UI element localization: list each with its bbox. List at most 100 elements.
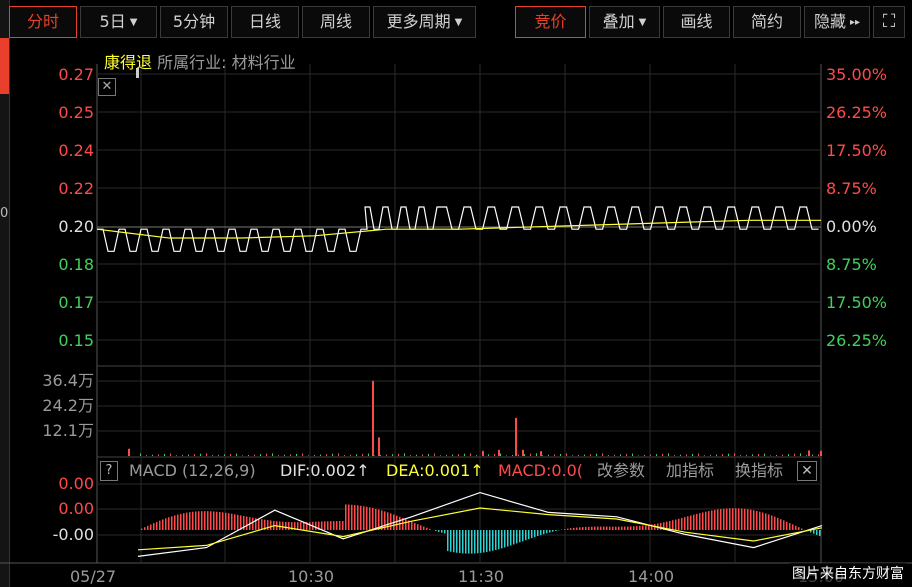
volume-bar — [368, 453, 369, 456]
volume-bar — [242, 455, 243, 456]
volume-bar — [794, 453, 795, 456]
volume-bar — [524, 454, 525, 456]
volume-bar — [536, 453, 537, 456]
add-indicator-button[interactable]: 加指标 — [666, 462, 714, 480]
volume-bar — [404, 453, 405, 456]
macd-bar — [456, 530, 458, 553]
macd-bar — [492, 530, 494, 551]
macd-bar — [819, 530, 821, 537]
volume-bar — [644, 454, 645, 456]
volume-bar — [128, 448, 130, 456]
switch-indicator-button[interactable]: 换指标 — [735, 462, 783, 480]
volume-bar — [344, 455, 345, 456]
volume-bar — [194, 454, 195, 456]
close-macd-button[interactable]: ✕ — [797, 461, 817, 481]
macd-bar — [564, 529, 566, 530]
volume-bar — [530, 453, 531, 456]
change-params-button[interactable]: 改参数 — [597, 462, 645, 480]
macd-bar — [774, 516, 776, 530]
volume-bar — [380, 454, 381, 456]
volume-bar — [614, 454, 615, 456]
volume-bar — [374, 455, 375, 456]
volume-bar — [488, 454, 489, 456]
macd-bar — [342, 521, 344, 530]
macd-bar — [534, 530, 536, 538]
price-tick: 0.20 — [58, 217, 94, 236]
volume-bar — [500, 453, 501, 456]
macd-bar — [741, 508, 743, 530]
volume-bar — [362, 453, 363, 456]
volume-bar — [578, 454, 579, 456]
macd-bar — [570, 528, 572, 530]
volume-bar — [254, 454, 255, 456]
volume-bar — [548, 454, 549, 456]
macd-bar — [309, 521, 311, 530]
macd-bar — [225, 512, 227, 530]
volume-bar — [540, 451, 542, 456]
volume-bar — [770, 455, 771, 456]
macd-bar — [330, 521, 332, 530]
help-button[interactable]: ? — [100, 461, 118, 481]
volume-bar — [338, 453, 339, 456]
macd-bar — [315, 521, 317, 530]
volume-bar — [698, 453, 699, 456]
volume-bar — [476, 455, 477, 456]
volume-bar — [566, 453, 567, 456]
macd-bar — [555, 530, 557, 531]
macd-bar — [489, 530, 491, 552]
macd-bar — [681, 517, 683, 530]
volume-bar — [416, 454, 417, 456]
macd-bar — [423, 526, 425, 530]
close-info-button[interactable]: ✕ — [98, 78, 116, 96]
macd-bar — [699, 513, 701, 530]
macd-bar — [636, 526, 638, 530]
volume-bar — [560, 453, 561, 456]
stock-info-line: 康得退 所属行业: 材料行业 — [104, 49, 296, 73]
macd-bar — [729, 508, 731, 530]
macd-bar — [504, 530, 506, 548]
pct-tick: 26.25% — [826, 331, 888, 350]
volume-bar — [818, 454, 819, 456]
macd-bar — [324, 521, 326, 530]
macd-bar — [450, 530, 452, 552]
macd-bar — [357, 505, 359, 530]
macd-bar — [339, 521, 341, 530]
macd-bar — [600, 526, 602, 530]
macd-bar — [816, 530, 818, 535]
price-tick: 0.25 — [58, 103, 94, 122]
macd-bar — [783, 520, 785, 530]
close-icon: ✕ — [101, 79, 113, 94]
volume-bar — [800, 453, 801, 456]
volume-bar — [590, 454, 591, 456]
volume-bar — [512, 454, 513, 456]
macd-bar — [510, 530, 512, 546]
volume-bar — [260, 454, 261, 456]
macd-title[interactable]: MACD (12,26,9) — [129, 462, 256, 480]
macd-bar — [672, 520, 674, 530]
macd-bar — [705, 511, 707, 530]
macd-bar — [537, 530, 539, 537]
macd-bar — [183, 513, 185, 530]
macd-bar — [582, 527, 584, 530]
macd-bar — [213, 511, 215, 530]
macd-bar — [438, 530, 440, 532]
volume-bar — [248, 454, 249, 456]
macd-bar — [411, 521, 413, 530]
macd-bar — [753, 510, 755, 530]
macd-bar — [354, 505, 356, 530]
macd-bar — [747, 509, 749, 530]
macd-bar — [447, 530, 449, 552]
macd-bar — [660, 522, 662, 530]
volume-bar — [776, 454, 777, 456]
volume-bar — [650, 454, 651, 456]
macd-bar — [390, 513, 392, 530]
volume-bar — [332, 453, 333, 456]
price-tick: 0.22 — [58, 179, 94, 198]
macd-bar — [429, 528, 431, 530]
macd-bar — [720, 509, 722, 530]
pct-tick: 8.75% — [826, 255, 877, 274]
macd-bar — [453, 530, 455, 553]
macd-bar — [267, 520, 269, 530]
volume-bar — [170, 453, 171, 456]
volume-tick: 36.4万 — [42, 371, 94, 390]
